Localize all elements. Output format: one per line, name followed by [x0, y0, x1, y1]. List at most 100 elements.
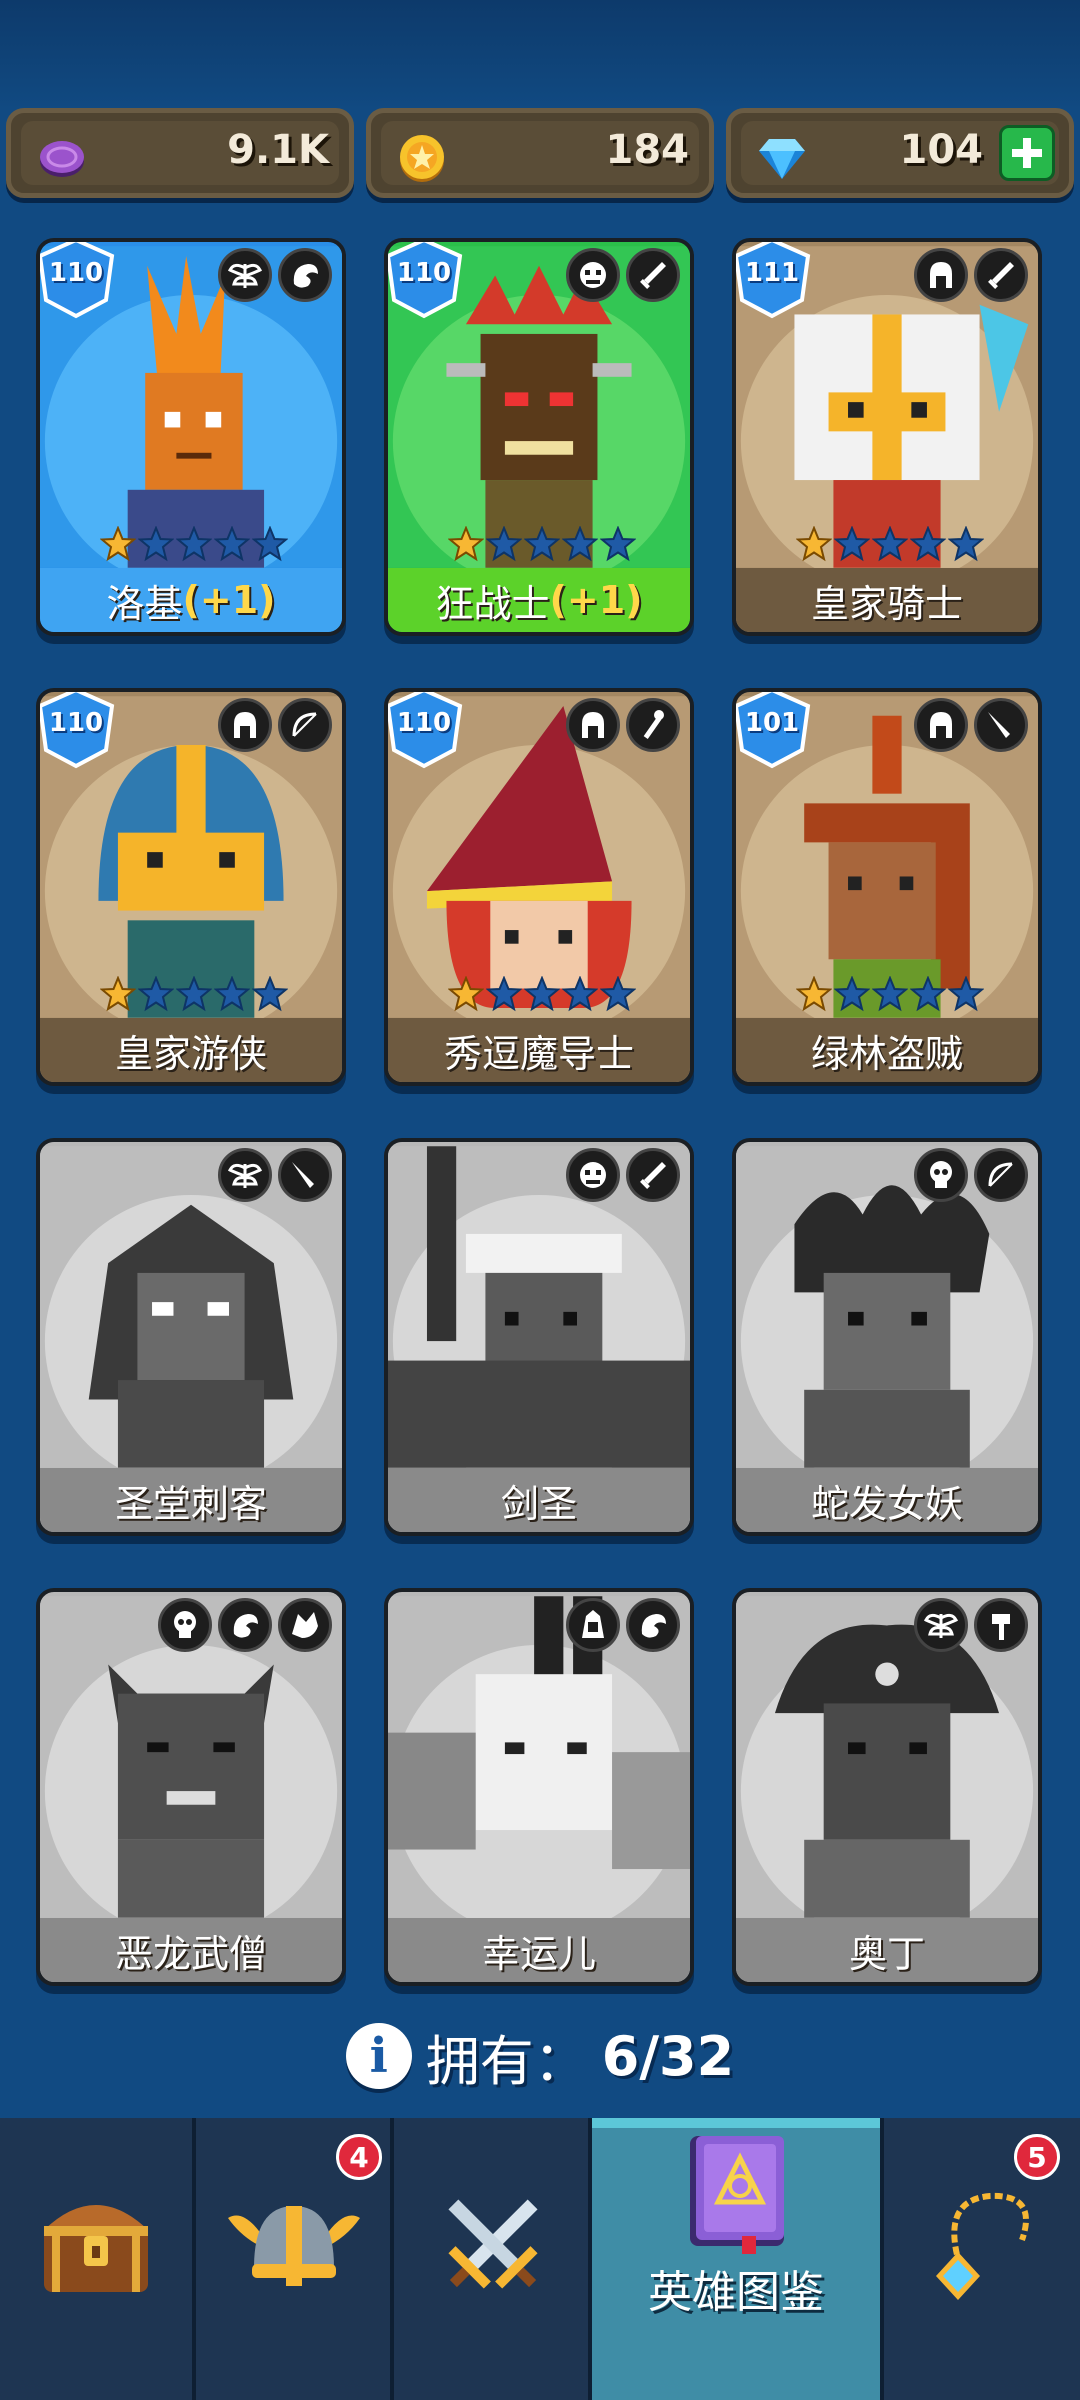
class-badge[interactable]	[974, 698, 1028, 752]
hero-card[interactable]: 圣堂刺客	[36, 1138, 346, 1536]
class-badge[interactable]	[218, 248, 272, 302]
tab-codex-label: 英雄图鉴	[648, 2267, 824, 2318]
class-badge[interactable]	[626, 248, 680, 302]
star-empty-icon	[600, 976, 636, 1012]
star-rating	[448, 526, 636, 562]
hero-card[interactable]: 奥丁	[732, 1588, 1042, 1986]
hero-card[interactable]: 110 秀逗魔导士	[384, 688, 694, 1086]
tab-battle[interactable]	[394, 2118, 592, 2400]
currency-purple[interactable]: 9.1K	[6, 108, 354, 198]
star-filled-icon	[100, 526, 136, 562]
class-badge[interactable]	[974, 1148, 1028, 1202]
diamond-icon	[759, 139, 805, 179]
tab-amulet[interactable]: 5	[884, 2118, 1080, 2400]
class-badge[interactable]	[914, 1598, 968, 1652]
amulet-icon	[936, 2192, 1029, 2300]
helmet-icon	[234, 712, 256, 738]
star-empty-icon	[910, 976, 946, 1012]
add-diamonds-button[interactable]	[999, 125, 1055, 181]
star-filled-icon	[448, 976, 484, 1012]
hero-card[interactable]: 恶龙武僧	[36, 1588, 346, 1986]
wings-icon	[923, 1613, 959, 1638]
dragon-icon	[233, 1614, 258, 1638]
hero-name: 幸运儿	[481, 1931, 596, 1976]
class-badge[interactable]	[566, 698, 620, 752]
orc-mask-icon	[580, 1162, 606, 1188]
hero-name: 皇家骑士	[810, 581, 963, 626]
class-badge[interactable]	[566, 1148, 620, 1202]
star-empty-icon	[600, 526, 636, 562]
skull-icon	[174, 1611, 196, 1638]
class-badge[interactable]	[566, 1598, 620, 1652]
class-badge[interactable]	[626, 698, 680, 752]
class-badge[interactable]	[566, 248, 620, 302]
level-value: 110	[48, 258, 104, 288]
wings-icon	[227, 263, 263, 288]
hero-name: 狂战士	[435, 581, 550, 626]
star-empty-icon	[872, 526, 908, 562]
hero-name-bar: 奥丁	[736, 1918, 1038, 1982]
class-badge[interactable]	[218, 1148, 272, 1202]
class-badge[interactable]	[974, 248, 1028, 302]
hero-card[interactable]: 111 皇家骑士	[732, 238, 1042, 636]
class-badge[interactable]	[974, 1598, 1028, 1652]
star-empty-icon	[948, 976, 984, 1012]
star-empty-icon	[562, 526, 598, 562]
sword-icon	[640, 262, 666, 289]
elf-icon	[582, 1610, 604, 1638]
class-badge[interactable]	[914, 248, 968, 302]
star-empty-icon	[524, 526, 560, 562]
bottom-nav: 4 英雄图鉴 5	[0, 2118, 1080, 2400]
info-icon[interactable]: i	[345, 2023, 412, 2089]
currency-purple-value: 9.1K	[227, 127, 329, 173]
class-badge[interactable]	[626, 1598, 680, 1652]
hero-card[interactable]: 蛇发女妖	[732, 1138, 1042, 1536]
hero-name-bar: 皇家游侠	[40, 1018, 342, 1082]
tab-heroes[interactable]: 4	[196, 2118, 394, 2400]
hero-card[interactable]: 110 洛基 (+1)	[36, 238, 346, 636]
star-empty-icon	[138, 976, 174, 1012]
hero-card[interactable]: 110 皇家游侠	[36, 688, 346, 1086]
level-badge: 110	[40, 242, 118, 320]
class-badges	[914, 248, 1028, 302]
star-empty-icon	[214, 526, 250, 562]
star-empty-icon	[138, 526, 174, 562]
hero-card[interactable]: 幸运儿	[384, 1588, 694, 1986]
hero-upgrade-bonus: (+1)	[549, 578, 643, 622]
spellbook-icon	[690, 2136, 784, 2254]
class-badge[interactable]	[914, 1148, 968, 1202]
tab-codex[interactable]: 英雄图鉴	[592, 2118, 884, 2400]
currency-diamond[interactable]: 104	[726, 108, 1074, 198]
wings-icon	[227, 1163, 263, 1188]
amulet-notification-badge: 5	[1014, 2134, 1060, 2180]
class-badge[interactable]	[278, 698, 332, 752]
class-badges	[914, 1148, 1028, 1202]
class-badges	[914, 1598, 1028, 1652]
class-badge[interactable]	[626, 1148, 680, 1202]
helmet-icon	[930, 262, 952, 288]
class-badge[interactable]	[278, 1148, 332, 1202]
hero-name: 洛基	[106, 581, 183, 626]
purple-coin-icon	[40, 141, 84, 177]
class-badge[interactable]	[278, 1598, 332, 1652]
level-value: 110	[396, 258, 452, 288]
star-empty-icon	[176, 526, 212, 562]
star-empty-icon	[214, 976, 250, 1012]
class-badge[interactable]	[278, 248, 332, 302]
tab-chest[interactable]	[0, 2118, 196, 2400]
star-empty-icon	[834, 526, 870, 562]
hero-card[interactable]: 剑圣	[384, 1138, 694, 1536]
sword-icon	[988, 262, 1014, 289]
class-badge[interactable]	[914, 698, 968, 752]
hero-card[interactable]: 110 狂战士 (+1)	[384, 238, 694, 636]
hero-name: 奥丁	[848, 1931, 925, 1976]
class-badge[interactable]	[158, 1598, 212, 1652]
class-badges	[218, 698, 332, 752]
hero-card[interactable]: 101 绿林盗贼	[732, 688, 1042, 1086]
currency-gold[interactable]: 184	[366, 108, 714, 198]
class-badges	[566, 1598, 680, 1652]
dragon-icon	[641, 1614, 666, 1638]
class-badge[interactable]	[218, 698, 272, 752]
level-badge: 110	[388, 692, 466, 770]
class-badge[interactable]	[218, 1598, 272, 1652]
